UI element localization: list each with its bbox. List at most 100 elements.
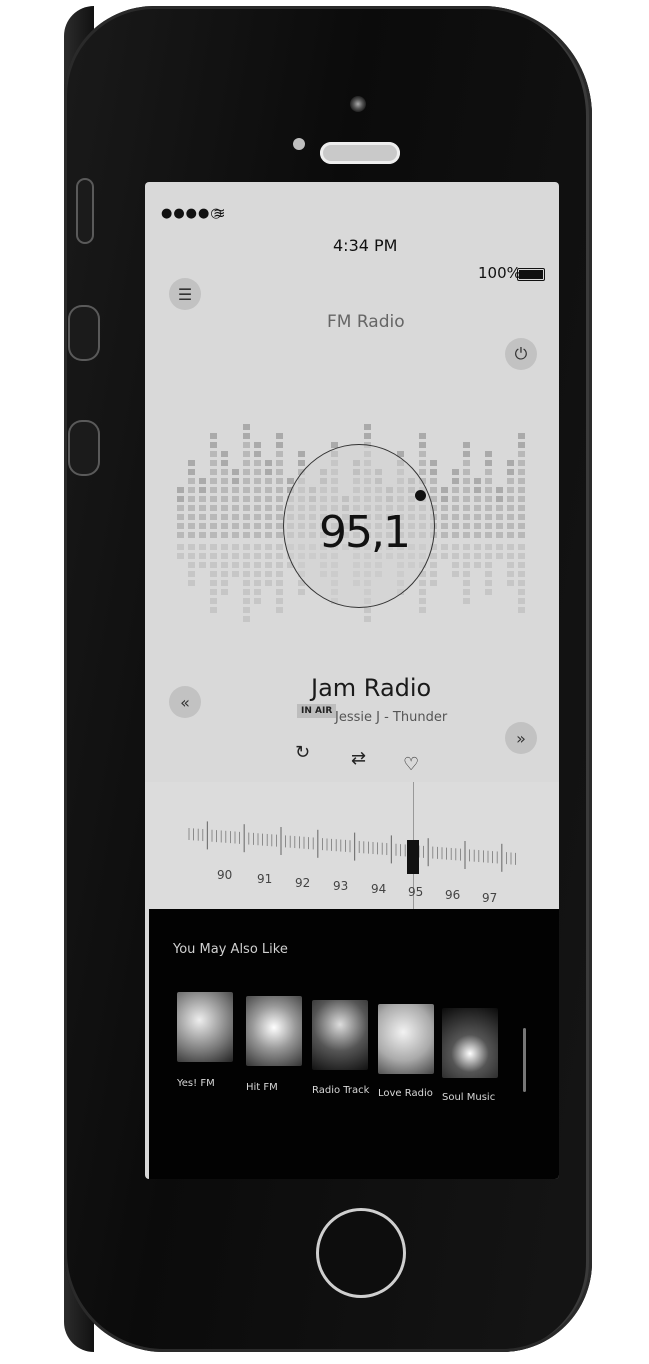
- recommendations-scrollbar[interactable]: [523, 1028, 526, 1092]
- status-bar: ●●●●○ ≋ 4:34 PM 100%: [145, 182, 559, 282]
- equalizer-cell: [518, 442, 525, 448]
- in-air-badge: IN AIR: [297, 704, 337, 718]
- equalizer-reflection-cell: [518, 607, 525, 613]
- equalizer-cell: [485, 487, 492, 493]
- equalizer-cell: [221, 460, 228, 466]
- equalizer-reflection-cell: [243, 571, 250, 577]
- equalizer-reflection-cell: [496, 544, 503, 550]
- app-screen: ●●●●○ ≋ 4:34 PM 100% ☰ FM Radio ⏻ 95,1 «…: [145, 182, 559, 1179]
- equalizer-reflection-cell: [199, 544, 206, 550]
- equalizer-reflection-cell: [430, 580, 437, 586]
- equalizer-reflection-cell: [188, 580, 195, 586]
- frequency-marker[interactable]: [407, 840, 419, 874]
- equalizer-cell: [507, 505, 514, 511]
- equalizer-cell: [210, 469, 217, 475]
- menu-button[interactable]: ☰: [169, 278, 201, 310]
- equalizer-reflection-cell: [485, 571, 492, 577]
- station-thumb-love-radio[interactable]: [378, 1004, 434, 1074]
- rewind-button[interactable]: «: [169, 686, 201, 718]
- equalizer-cell: [430, 478, 437, 484]
- equalizer-cell: [276, 514, 283, 520]
- equalizer-cell: [463, 469, 470, 475]
- equalizer-cell: [485, 514, 492, 520]
- equalizer-cell: [243, 424, 250, 430]
- station-label: Love Radio: [378, 1088, 433, 1099]
- equalizer-cell: [496, 532, 503, 538]
- tuner-knob[interactable]: [415, 490, 426, 501]
- station-thumb-yes-fm[interactable]: [177, 992, 233, 1062]
- equalizer-cell: [188, 505, 195, 511]
- equalizer-cell: [452, 505, 459, 511]
- power-button[interactable]: ⏻: [505, 338, 537, 370]
- equalizer-reflection-cell: [254, 598, 261, 604]
- equalizer-reflection-cell: [463, 544, 470, 550]
- equalizer-reflection-cell: [221, 553, 228, 559]
- volume-up-button: [68, 305, 100, 361]
- equalizer-reflection-cell: [485, 589, 492, 595]
- equalizer-cell: [441, 523, 448, 529]
- equalizer-cell: [507, 532, 514, 538]
- equalizer-cell: [177, 505, 184, 511]
- equalizer-cell: [276, 505, 283, 511]
- equalizer-cell: [210, 487, 217, 493]
- equalizer-cell: [507, 478, 514, 484]
- equalizer-cell: [188, 487, 195, 493]
- equalizer-cell: [276, 442, 283, 448]
- equalizer-reflection-cell: [452, 553, 459, 559]
- station-thumb-radio-track[interactable]: [312, 1000, 368, 1070]
- equalizer-reflection-cell: [232, 544, 239, 550]
- equalizer-cell: [485, 451, 492, 457]
- equalizer-reflection-cell: [232, 571, 239, 577]
- rewind-icon: «: [180, 692, 190, 712]
- equalizer-cell: [221, 469, 228, 475]
- equalizer-cell: [463, 460, 470, 466]
- equalizer-cell: [221, 451, 228, 457]
- station-thumb-hit-fm[interactable]: [246, 996, 302, 1066]
- equalizer-reflection-cell: [177, 544, 184, 550]
- favorite-icon[interactable]: ♡: [403, 754, 419, 775]
- equalizer-cell: [507, 469, 514, 475]
- home-button[interactable]: [316, 1208, 406, 1298]
- equalizer-reflection-cell: [254, 571, 261, 577]
- equalizer-cell: [518, 496, 525, 502]
- station-thumb-soul-music[interactable]: [442, 1008, 498, 1078]
- equalizer-cell: [221, 532, 228, 538]
- equalizer-reflection-cell: [430, 562, 437, 568]
- share-icon[interactable]: ⇄: [351, 748, 366, 769]
- dial-label: 92: [295, 876, 311, 890]
- equalizer-reflection-cell: [430, 553, 437, 559]
- equalizer-cell: [210, 478, 217, 484]
- equalizer-cell: [474, 514, 481, 520]
- equalizer-reflection-cell: [177, 553, 184, 559]
- equalizer-reflection-cell: [265, 544, 272, 550]
- equalizer-cell: [254, 505, 261, 511]
- equalizer-reflection-cell: [232, 562, 239, 568]
- equalizer-cell: [210, 514, 217, 520]
- equalizer-cell: [232, 505, 239, 511]
- equalizer-cell: [518, 460, 525, 466]
- equalizer-cell: [254, 532, 261, 538]
- equalizer-reflection-cell: [276, 607, 283, 613]
- equalizer-cell: [232, 487, 239, 493]
- equalizer-cell: [518, 469, 525, 475]
- frequency-readout: 95,1: [319, 507, 411, 558]
- equalizer-cell: [254, 478, 261, 484]
- equalizer-reflection-cell: [474, 544, 481, 550]
- equalizer-cell: [177, 514, 184, 520]
- equalizer-reflection-cell: [507, 562, 514, 568]
- equalizer-reflection-cell: [254, 562, 261, 568]
- song-title: Jessie J - Thunder: [335, 710, 448, 725]
- equalizer-reflection-cell: [276, 598, 283, 604]
- equalizer-reflection-cell: [188, 553, 195, 559]
- equalizer-reflection-cell: [518, 553, 525, 559]
- equalizer-reflection-cell: [452, 571, 459, 577]
- equalizer-cell: [199, 496, 206, 502]
- equalizer-cell: [221, 514, 228, 520]
- equalizer-reflection-cell: [507, 580, 514, 586]
- equalizer-reflection-cell: [474, 553, 481, 559]
- repeat-icon[interactable]: ↻: [295, 742, 310, 763]
- equalizer-cell: [232, 523, 239, 529]
- equalizer-cell: [188, 496, 195, 502]
- forward-button[interactable]: »: [505, 722, 537, 754]
- equalizer-cell: [221, 487, 228, 493]
